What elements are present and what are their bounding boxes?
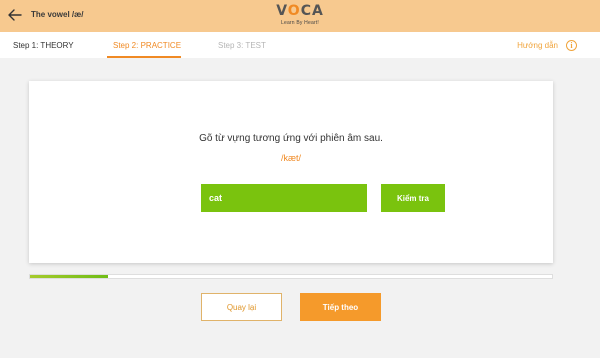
logo-tagline: Learn By Heart! [280, 20, 320, 26]
top-bar: The vowel /æ/ VOCA Learn By Heart! [0, 0, 600, 32]
logo-letter-v: V [276, 3, 288, 19]
logo-letter-a: A [311, 3, 324, 19]
logo-letter-c: C [300, 3, 312, 19]
instruction-text: Gõ từ vựng tương ứng với phiên âm sau. [199, 133, 383, 144]
steps-bar: Step 1: THEORY Step 2: PRACTICE Step 3: … [0, 32, 600, 58]
tab-test[interactable]: Step 3: TEST [218, 41, 266, 50]
voca-logo: VOCA Learn By Heart! [0, 3, 600, 27]
back-button[interactable]: Quay lại [201, 293, 282, 321]
logo-letter-o: O [287, 3, 301, 19]
tab-theory[interactable]: Step 1: THEORY [13, 41, 74, 50]
check-button[interactable]: Kiểm tra [381, 184, 445, 212]
active-tab-indicator [107, 56, 181, 58]
progress-bar [29, 274, 553, 279]
guide-link[interactable]: Hướng dẫn [517, 41, 558, 50]
next-button[interactable]: Tiếp theo [300, 293, 381, 321]
info-icon[interactable]: i [566, 40, 577, 51]
phonetic-transcription: /kæt/ [280, 153, 301, 163]
tab-practice[interactable]: Step 2: PRACTICE [113, 41, 181, 50]
progress-fill [30, 275, 109, 278]
exercise-card: Gõ từ vựng tương ứng với phiên âm sau. /… [29, 81, 553, 263]
answer-input[interactable] [201, 184, 367, 212]
